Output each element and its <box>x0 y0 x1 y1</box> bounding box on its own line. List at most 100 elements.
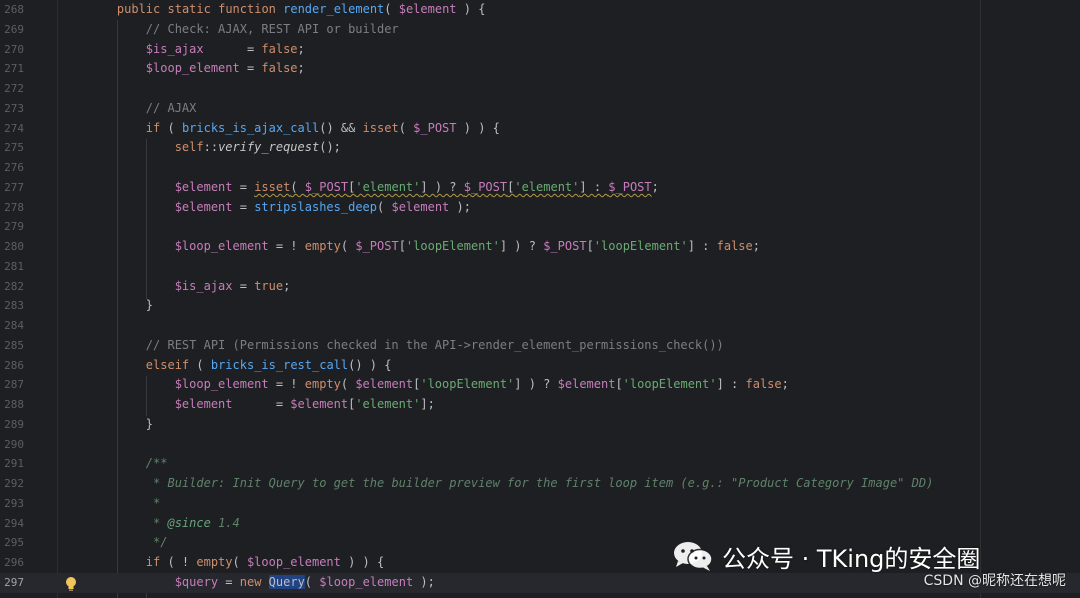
code-token: ; <box>651 179 659 194</box>
code-token: isset <box>254 179 291 194</box>
code-token: $_POST <box>463 179 508 194</box>
code-line[interactable]: 290 <box>0 435 1080 455</box>
code-token: 'loopElement' <box>405 239 500 253</box>
code-line[interactable]: 281 <box>0 257 1080 277</box>
line-number: 270 <box>4 42 24 56</box>
line-number: 277 <box>4 180 24 194</box>
code-line[interactable]: 289 } <box>0 415 1080 435</box>
code-line[interactable]: 268 public static function render_elemen… <box>0 0 1080 20</box>
code-token: bricks_is_ajax_call <box>181 120 320 135</box>
code-line[interactable]: 282 $is_ajax = true; <box>0 277 1080 297</box>
code-token: [ <box>615 377 623 392</box>
line-number: 287 <box>4 378 24 392</box>
code-line[interactable]: 288 $element = $element['element']; <box>0 395 1080 415</box>
code-line[interactable]: 284 <box>0 316 1080 336</box>
line-number: 278 <box>4 200 24 214</box>
line-number: 293 <box>4 496 24 510</box>
code-token: false <box>261 61 298 76</box>
line-number: 290 <box>4 437 24 451</box>
code-token: ( <box>384 2 399 16</box>
code-line[interactable]: 274 if ( bricks_is_ajax_call() && isset(… <box>0 119 1080 139</box>
code-token: ( <box>398 120 414 135</box>
line-code: $element = stripslashes_deep( $element )… <box>88 198 471 218</box>
code-line[interactable]: 273 // AJAX <box>0 99 1080 119</box>
code-token: ] : <box>687 239 717 253</box>
line-code: /** <box>88 454 168 474</box>
code-line[interactable]: 294 * @since 1.4 <box>0 514 1080 534</box>
code-token: [ <box>398 239 406 253</box>
line-number: 284 <box>4 319 24 332</box>
code-line[interactable]: 271 $loop_element = false; <box>0 59 1080 79</box>
code-line[interactable]: 270 $is_ajax = false; <box>0 40 1080 60</box>
code-line[interactable]: 277 $element = isset( $_POST['element'] … <box>0 178 1080 198</box>
code-token: $_POST <box>355 239 399 253</box>
code-token: ; <box>297 61 305 76</box>
code-token: verify_request <box>218 140 320 155</box>
code-token: $element <box>290 397 349 411</box>
code-line[interactable]: 280 $loop_element = ! empty( $_POST['loo… <box>0 237 1080 257</box>
code-token: $loop_element <box>145 61 240 76</box>
line-code: if ( ! empty( $loop_element ) ) { <box>88 553 384 573</box>
line-number: 294 <box>4 516 24 530</box>
code-line[interactable]: 269 // Check: AJAX, REST API or builder <box>0 20 1080 40</box>
code-token: $query <box>174 574 219 589</box>
code-token: stripslashes_deep <box>254 199 378 214</box>
code-token: * <box>153 495 161 510</box>
code-line[interactable]: 286 elseif ( bricks_is_rest_call() ) { <box>0 356 1080 376</box>
code-token: ; <box>297 41 305 56</box>
code-token: false <box>261 41 298 56</box>
line-number: 297 <box>4 575 24 589</box>
code-token: new <box>239 574 262 589</box>
line-number: 268 <box>4 3 24 16</box>
code-token: ] : <box>716 377 746 392</box>
code-token: public <box>116 2 161 16</box>
code-token: 'element' <box>355 179 421 194</box>
line-number: 276 <box>4 161 24 174</box>
code-line[interactable]: 287 $loop_element = ! empty( $element['l… <box>0 375 1080 395</box>
code-line[interactable]: 283 } <box>0 296 1080 316</box>
code-line[interactable]: 292 * Builder: Init Query to get the bui… <box>0 474 1080 494</box>
code-token: ]; <box>420 397 435 411</box>
line-number: 296 <box>4 556 24 569</box>
code-token: ] : <box>579 179 609 194</box>
code-line[interactable]: 285 // REST API (Permissions checked in … <box>0 336 1080 356</box>
code-token: $element <box>398 2 457 16</box>
line-number: 273 <box>4 101 24 115</box>
line-number: 275 <box>4 141 24 155</box>
code-line[interactable]: 279 <box>0 217 1080 237</box>
line-code: // AJAX <box>88 99 197 119</box>
code-token: ) ) { <box>340 555 385 569</box>
code-token: $element <box>174 199 233 214</box>
code-editor[interactable]: 268 public static function render_elemen… <box>0 0 1080 598</box>
code-line[interactable]: 291 /** <box>0 454 1080 474</box>
lightbulb-icon[interactable] <box>65 576 77 592</box>
code-line[interactable]: 275 self::verify_request(); <box>0 138 1080 158</box>
code-token: 'element' <box>514 179 580 194</box>
code-token: ] ) ? <box>420 179 464 194</box>
code-token: ( <box>304 574 320 589</box>
code-token: $loop_element <box>174 377 269 392</box>
line-code: $query = new Query( $loop_element ); <box>88 573 435 593</box>
code-token: * Builder: Init Query to get the builder… <box>153 476 934 490</box>
code-token: = ! <box>268 239 305 253</box>
code-token: ( <box>340 377 356 392</box>
code-line[interactable]: 278 $element = stripslashes_deep( $eleme… <box>0 198 1080 218</box>
code-line[interactable]: 293 * <box>0 494 1080 514</box>
code-token: $element <box>557 377 616 392</box>
code-token: () && <box>319 120 363 135</box>
code-line[interactable]: 276 <box>0 158 1080 178</box>
code-token: // REST API (Permissions checked in the … <box>145 337 724 352</box>
line-number: 272 <box>4 82 24 95</box>
code-token: $loop_element <box>319 574 414 589</box>
code-token: $is_ajax <box>145 41 204 56</box>
code-token: true <box>254 278 284 293</box>
code-line[interactable]: 272 <box>0 79 1080 99</box>
code-token: bricks_is_rest_call <box>210 357 349 372</box>
code-token: $_POST <box>304 179 349 194</box>
